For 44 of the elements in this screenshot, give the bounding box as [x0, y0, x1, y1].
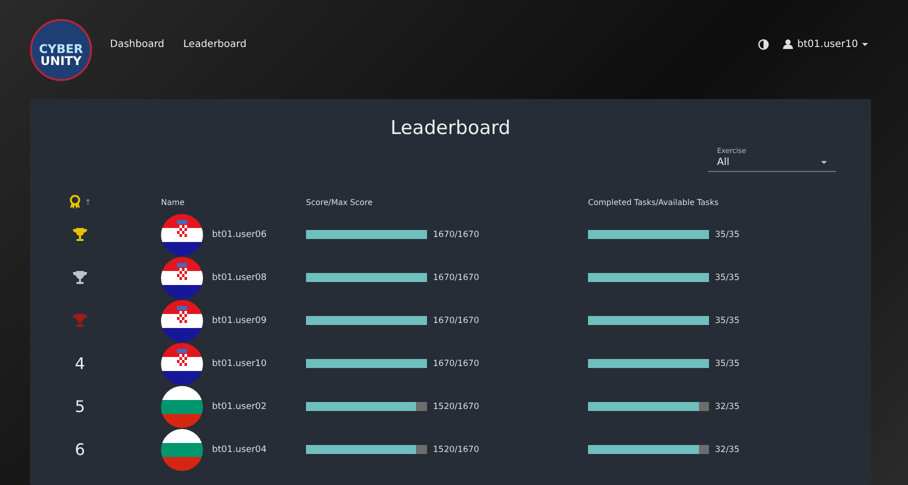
progress-text: 1520/1670 [433, 444, 480, 454]
user-name: bt01.user04 [212, 444, 267, 454]
nav-link[interactable]: Dashboard [110, 38, 164, 50]
contrast-icon [758, 38, 770, 50]
user-menu[interactable]: bt01.user10 [783, 38, 868, 50]
flag-icon [161, 214, 203, 256]
caret-icon [821, 161, 827, 164]
progress-text: 35/35 [715, 358, 740, 368]
column-header[interactable]: Completed Tasks/Available Tasks [588, 198, 871, 206]
trophy-icon [73, 271, 87, 284]
flag-icon [161, 342, 203, 384]
flag-icon [161, 428, 203, 470]
caret-icon [862, 42, 868, 46]
sort-arrow[interactable]: ↑ [84, 198, 92, 206]
trophy-icon [73, 314, 87, 327]
progress-text: 1670/1670 [433, 230, 480, 240]
user-name: bt01.user02 [212, 402, 267, 412]
user-name: bt01.user08 [212, 272, 267, 282]
progress-text: 35/35 [715, 230, 740, 240]
progress-text: 35/35 [715, 316, 740, 326]
user-name: bt01.user09 [212, 316, 267, 326]
rank-number: 5 [74, 397, 86, 416]
column-header[interactable]: Score/Max Score [306, 198, 588, 206]
user-icon [783, 39, 794, 49]
progress-text: 1670/1670 [433, 316, 480, 326]
progress-text: 1670/1670 [433, 358, 480, 368]
award-icon [68, 195, 81, 209]
flag-icon [161, 300, 203, 342]
user-name: bt01.user06 [212, 230, 267, 240]
flag-icon [161, 256, 203, 298]
user-name: bt01.user10 [212, 358, 267, 368]
progress-text: 1670/1670 [433, 272, 480, 282]
trophy-icon [73, 228, 87, 241]
rank-number: 4 [74, 354, 86, 373]
progress-text: 32/35 [715, 402, 740, 412]
logo[interactable]: CYBER UNITY [30, 18, 92, 80]
column-header[interactable]: Name [161, 198, 306, 206]
page-title: Leaderboard [389, 117, 512, 141]
progress-text: 35/35 [715, 272, 740, 282]
progress-text: 1520/1670 [433, 402, 480, 412]
nav-link[interactable]: Leaderboard [183, 38, 246, 50]
flag-icon [161, 386, 203, 428]
progress-text: 32/35 [715, 444, 740, 454]
rank-number: 6 [74, 440, 86, 459]
